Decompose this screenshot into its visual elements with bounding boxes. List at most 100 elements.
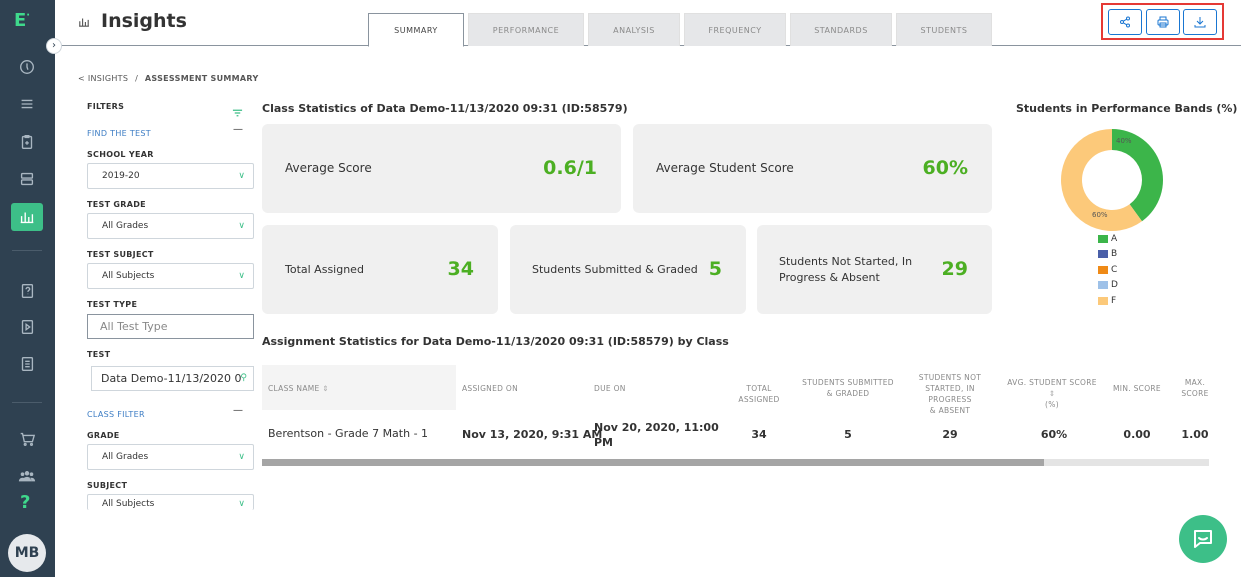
legend-label: C [1111,264,1118,275]
report-tabs: SUMMARY PERFORMANCE ANALYSIS FREQUENCY S… [368,13,992,47]
stack-icon[interactable] [11,165,43,193]
print-icon [1157,16,1168,27]
donut-label-f: 60% [1092,211,1108,219]
tab-frequency[interactable]: FREQUENCY [684,13,786,46]
total-assigned-value: 34 [447,258,474,280]
test-search-input[interactable]: Data Demo-11/13/2020 0 ⚲ [91,366,254,391]
table-scrollbar-thumb[interactable] [262,459,1044,466]
class-filter-section: CLASS FILTER [87,410,145,419]
list-icon[interactable] [11,90,43,118]
chevron-down-icon: ∨ [238,221,245,231]
average-score-card: Average Score 0.6/1 [262,124,621,213]
legend-item-f: F [1098,293,1118,309]
sort-icon[interactable]: ⇕ [322,384,329,393]
search-icon[interactable]: ⚲ [240,367,247,390]
nav-divider [12,402,42,403]
chart-legend: ABCDF [1098,231,1118,309]
not-started-card: Students Not Started, In Progress & Absen… [757,225,992,314]
chat-icon [1194,530,1212,548]
submitted-graded-value: 5 [708,258,722,280]
chevron-down-icon: ∨ [238,171,245,181]
th-total-assigned: TOTAL ASSIGNED [738,384,780,404]
users-icon[interactable] [11,462,43,490]
legend-swatch [1098,265,1108,274]
page-title: Insights [101,10,187,32]
average-student-score-card: Average Student Score 60% [633,124,992,213]
td-max: 1.00 [1181,428,1209,441]
chevron-down-icon: ∨ [238,452,245,462]
th-min-score: MIN. SCORE [1113,384,1161,393]
legend-item-b: B [1098,247,1118,263]
th-max-score: MAX. SCORE [1181,378,1209,398]
legend-item-c: C [1098,262,1118,278]
performance-bands-donut-chart [1061,129,1163,231]
legend-item-d: D [1098,278,1118,294]
test-grade-select[interactable]: All Grades ∨ [87,213,254,239]
td-class-name[interactable]: Berentson - Grade 7 Math - 1 [268,427,428,440]
tab-students[interactable]: STUDENTS [896,13,992,46]
breadcrumb-current: ASSESSMENT SUMMARY [144,74,259,83]
tab-standards[interactable]: STANDARDS [790,13,892,46]
breadcrumb: < INSIGHTS / ASSESSMENT SUMMARY [78,74,259,83]
class-statistics-title: Class Statistics of Data Demo-11/13/2020… [262,102,628,115]
th-submitted-graded: STUDENTS SUBMITTED & GRADED [802,378,894,398]
legend-swatch [1098,296,1108,305]
tab-analysis[interactable]: ANALYSIS [588,13,680,46]
legend-swatch [1098,250,1108,259]
doc-play-icon[interactable] [11,313,43,341]
test-type-input[interactable]: All Test Type [87,314,254,339]
school-year-select[interactable]: 2019-20 ∨ [87,163,254,189]
clipboard-icon[interactable] [11,128,43,156]
donut-label-a: 40% [1116,137,1132,145]
share-button[interactable] [1108,8,1143,35]
legend-item-a: A [1098,231,1118,247]
tab-performance[interactable]: PERFORMANCE [468,13,584,46]
print-button[interactable] [1145,8,1180,35]
average-score-value: 0.6/1 [543,157,597,179]
breadcrumb-insights-link[interactable]: < INSIGHTS [78,74,128,83]
collapse-find-test-icon[interactable]: — [233,124,243,135]
td-min: 0.00 [1123,428,1151,441]
sort-icon[interactable]: ⇕ [1049,389,1056,398]
download-button[interactable] [1182,8,1217,35]
legend-swatch [1098,234,1108,243]
cart-icon[interactable] [11,425,43,453]
nav-divider [12,250,42,251]
chevron-down-icon: ∨ [238,499,245,509]
avatar[interactable]: MB [8,534,46,572]
download-icon [1194,16,1206,27]
collapse-class-filter-icon[interactable]: — [233,405,243,416]
td-submitted: 5 [844,428,852,441]
th-class-name[interactable]: CLASS NAME ⇕ [268,383,329,394]
help-icon[interactable]: ? [20,492,30,513]
total-assigned-card: Total Assigned 34 [262,225,498,314]
bar-chart-icon [77,14,91,33]
app-logo[interactable]: E· [14,10,30,31]
chat-button[interactable] [1179,515,1227,563]
legend-label: A [1111,233,1118,244]
th-avg-student-score[interactable]: AVG. STUDENT SCORE ⇕ (%) [1004,377,1100,410]
not-started-value: 29 [941,258,968,280]
filter-icon[interactable] [232,103,243,122]
doc-question-icon[interactable] [11,277,43,305]
legend-swatch [1098,281,1108,290]
header: Insights SUMMARY PERFORMANCE ANALYSIS FR… [55,0,1241,47]
share-icon [1120,16,1131,27]
report-actions [1101,3,1224,40]
test-subject-select[interactable]: All Subjects ∨ [87,263,254,289]
chart-icon[interactable] [11,203,43,231]
th-assigned-on: ASSIGNED ON [462,384,518,393]
tab-summary[interactable]: SUMMARY [368,13,464,47]
average-student-score-value: 60% [922,157,968,179]
td-total-assigned: 34 [751,428,767,441]
subject-select[interactable]: All Subjects ∨ [87,494,254,510]
td-avg: 60% [1040,428,1068,441]
legend-label: F [1111,295,1117,306]
legend-label: D [1111,280,1118,291]
doc-list-icon[interactable] [11,350,43,378]
sidebar-collapse-chevron-icon[interactable]: › [46,38,62,54]
clock-icon[interactable] [11,53,43,81]
performance-bands-title: Students in Performance Bands (%) [1016,102,1238,115]
assignment-statistics-title: Assignment Statistics for Data Demo-11/1… [262,335,729,348]
grade-select[interactable]: All Grades ∨ [87,444,254,470]
